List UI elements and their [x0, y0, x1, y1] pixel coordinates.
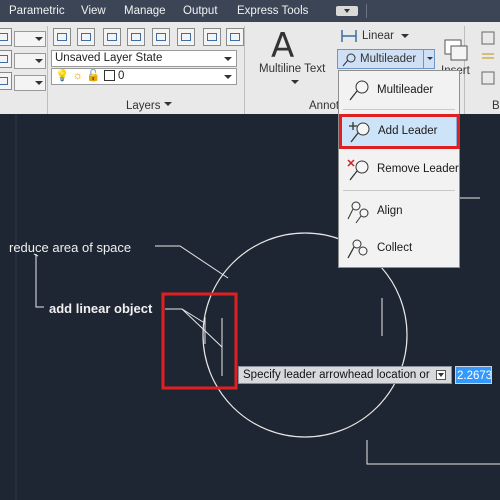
menu-divider	[343, 190, 455, 191]
collect-leader-icon	[347, 239, 368, 259]
multileader-icon	[349, 80, 369, 101]
line-weight-dropdown[interactable]	[14, 53, 46, 69]
block-panel-label: B	[492, 100, 500, 112]
line-type-dropdown[interactable]	[14, 31, 46, 47]
menu-output[interactable]: Output	[183, 5, 218, 17]
layer-properties-icon[interactable]	[53, 28, 71, 46]
layer-walk-icon[interactable]	[226, 28, 244, 46]
panel-divider	[244, 26, 245, 114]
menu-item-align[interactable]: Align	[341, 195, 457, 229]
menu-item-label: Multileader	[377, 84, 434, 96]
multiline-text-label[interactable]: Multiline Text	[259, 63, 325, 75]
align-leader-icon	[347, 201, 369, 224]
linear-dimension-icon[interactable]	[340, 28, 358, 44]
layer-state-value: Unsaved Layer State	[55, 52, 163, 64]
options-arrow-button[interactable]	[436, 370, 446, 380]
panel-divider	[47, 26, 48, 114]
layers-panel-label[interactable]: Layers	[126, 100, 172, 112]
annotation-add-linear: add linear object	[49, 301, 153, 316]
menu-parametric[interactable]: Parametric	[9, 5, 65, 17]
menu-divider	[366, 4, 367, 18]
bulb-icon: 💡	[55, 70, 70, 82]
coordinate-input[interactable]: 2.2673	[455, 366, 492, 384]
chevron-down-icon[interactable]	[401, 34, 409, 42]
multileader-dropdown-toggle[interactable]	[423, 49, 435, 69]
lock-icon: 🔓	[86, 70, 101, 82]
chevron-down-icon	[163, 101, 172, 110]
layer-previous-icon[interactable]	[203, 28, 221, 46]
menu-view[interactable]: View	[81, 5, 106, 17]
menu-bar: Parametric View Manage Output Express To…	[0, 0, 500, 22]
layer-tool-icon[interactable]	[0, 28, 12, 46]
current-layer-dropdown[interactable]: 💡 ☼ 🔓 0	[51, 68, 237, 85]
menu-item-label: Remove Leader	[377, 163, 459, 175]
prompt-text: Specify leader arrowhead location or	[243, 369, 430, 381]
linetype-scale-dropdown[interactable]	[14, 75, 46, 91]
multiline-text-icon[interactable]: A	[271, 28, 294, 64]
menu-item-multileader[interactable]: Multileader	[341, 74, 457, 108]
remove-leader-icon	[347, 159, 369, 181]
layer-state-dropdown[interactable]: Unsaved Layer State	[51, 50, 237, 67]
linear-label[interactable]: Linear	[362, 30, 394, 42]
layer-tool-icon[interactable]	[0, 72, 12, 90]
menu-divider	[343, 109, 455, 110]
menu-manage[interactable]: Manage	[124, 5, 166, 17]
layer-tool-icon[interactable]	[0, 50, 12, 68]
dynamic-input-prompt: Specify leader arrowhead location or	[238, 366, 452, 384]
layer-match-icon[interactable]	[103, 28, 121, 46]
block-tools-icon[interactable]	[478, 30, 498, 90]
annotation-panel-label: Annot	[309, 100, 340, 112]
insert-block-icon[interactable]	[443, 36, 469, 62]
multileader-label: Multileader	[360, 53, 417, 65]
sun-icon: ☼	[72, 70, 84, 82]
menu-item-label: Align	[377, 205, 403, 217]
menu-toggle-button[interactable]	[336, 6, 358, 16]
layer-freeze-icon[interactable]	[152, 28, 170, 46]
chevron-down-icon[interactable]	[291, 80, 299, 88]
layer-off-icon[interactable]	[127, 28, 145, 46]
highlight-box	[339, 114, 460, 149]
menu-item-label: Collect	[377, 242, 413, 254]
menu-item-remove-leader[interactable]: Remove Leader	[341, 153, 459, 187]
layer-lock-icon[interactable]	[177, 28, 195, 46]
multileader-dropdown-menu: Multileader Add Leader Remove Leader Ali…	[338, 70, 460, 268]
multileader-button[interactable]: Multileader	[337, 49, 434, 69]
menu-express-tools[interactable]: Express Tools	[237, 5, 308, 17]
current-layer-value: 0	[118, 70, 125, 82]
annotation-reduce-area: reduce area of space	[9, 240, 132, 255]
menu-item-collect[interactable]: Collect	[341, 232, 457, 266]
layer-iso-icon[interactable]	[77, 28, 95, 46]
color-square-icon	[103, 70, 115, 82]
